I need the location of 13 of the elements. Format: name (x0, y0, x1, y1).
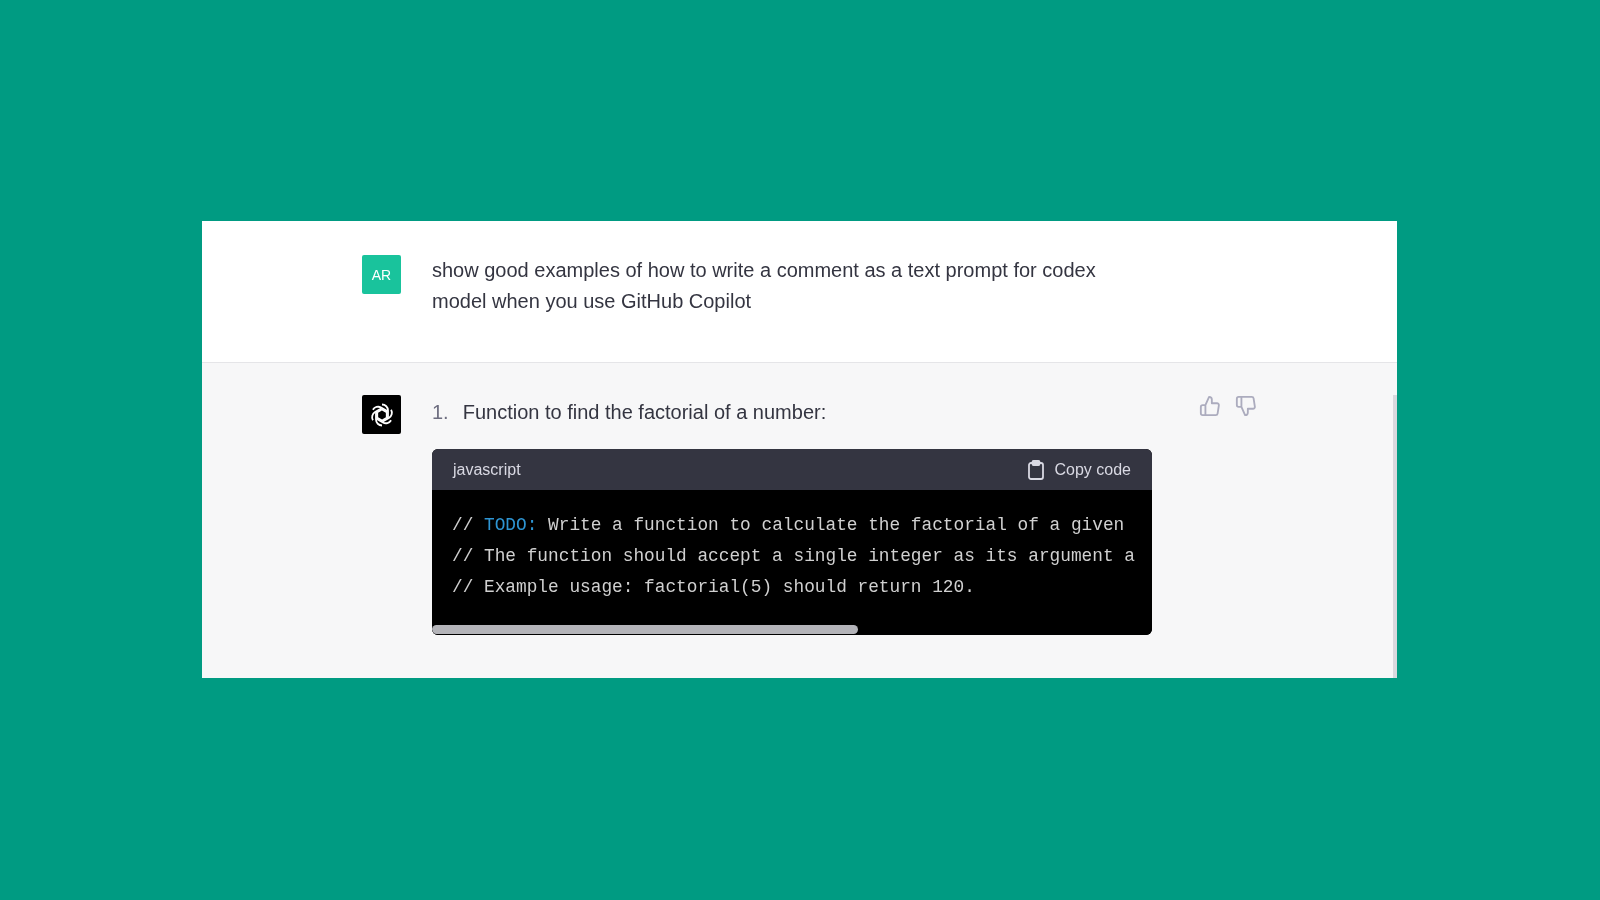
scrollbar-thumb[interactable] (432, 625, 858, 634)
copy-code-button[interactable]: Copy code (1026, 459, 1131, 480)
user-message: show good examples of how to write a comment as a text prompt for codex model when you use GitHub Copilot (432, 258, 1097, 314)
user-avatar: AR (362, 255, 401, 294)
thumbs-down-icon[interactable] (1235, 395, 1257, 417)
list-number: 1. (432, 400, 449, 425)
answer-text: Function to find the factorial of a number: (462, 400, 827, 425)
code-line: // Example usage: factorial(5) should return 120. (452, 576, 976, 599)
scrollbar[interactable] (1393, 395, 1397, 678)
clipboard-icon (1026, 459, 1045, 480)
code-line: // TODO: Write a function to calculate the factorial of a given (452, 514, 1126, 537)
language-label: javascript (453, 460, 521, 479)
thumbs-up-icon[interactable] (1199, 395, 1221, 417)
